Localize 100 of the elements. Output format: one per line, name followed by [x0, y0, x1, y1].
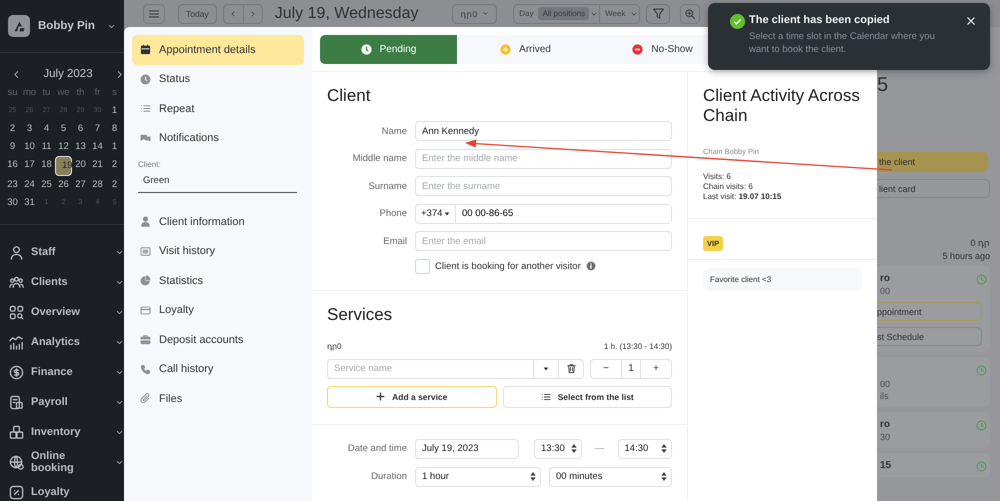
text-field[interactable]: Ann Kennedy [415, 121, 672, 141]
modal-nav-item[interactable]: Status [132, 64, 304, 94]
calendar-day[interactable]: 5 [55, 120, 72, 138]
increase-button[interactable]: + [641, 360, 671, 378]
date-field[interactable]: July 19, 2023 [415, 438, 519, 458]
appointment-card[interactable]: ro 30 [877, 412, 990, 448]
status-tab[interactable]: Arrived [457, 35, 594, 64]
field-label: Duration [370, 471, 407, 482]
client-note: Favorite client <3 [703, 268, 862, 291]
modal-nav-item[interactable]: Repeat [132, 94, 304, 124]
weekday-label: su [6, 86, 19, 100]
minutes-select[interactable]: 00 minutes [549, 466, 672, 486]
calendar-day[interactable]: 10 [21, 138, 38, 156]
visit-stat: Visits: 6 [703, 172, 732, 182]
nav-item[interactable]: Payroll [0, 387, 124, 417]
nav-item[interactable]: Finance [0, 357, 124, 387]
modal-nav-item[interactable]: Deposit accounts [132, 325, 304, 354]
modal-nav-item[interactable]: Call history [132, 354, 304, 384]
nav-item[interactable]: Staff [0, 237, 124, 267]
weekday-label: we [56, 86, 71, 100]
field-label: Name [380, 126, 407, 136]
calendar-day[interactable]: 31 [21, 194, 38, 212]
calendar-day[interactable]: 12 [55, 138, 72, 156]
calendar-day[interactable]: 27 [72, 176, 89, 194]
appointment-text: 15 [880, 460, 892, 471]
modal-nav-item[interactable]: Notifications [132, 124, 304, 153]
calendar-month: July 2023 [43, 68, 93, 80]
add-service-button[interactable]: Add a service [327, 386, 496, 408]
toast-message: Select a time slot in the Calendar where you want to book the client. [749, 30, 936, 56]
calendar-day[interactable]: 24 [21, 176, 38, 194]
nav-item[interactable]: Loyalty [0, 477, 124, 501]
section-title: Client Activity Across Chain [703, 86, 861, 127]
appointment-button[interactable]: ppointment [877, 302, 982, 321]
calendar-day[interactable]: 25 [38, 176, 55, 194]
calendar-day[interactable]: 6 [72, 120, 89, 138]
weekday-label: tu [42, 86, 52, 100]
text-field[interactable]: Enter the surname [415, 176, 672, 196]
calendar-day[interactable]: 11 [38, 138, 55, 156]
calendar-day[interactable]: 7 [89, 120, 106, 138]
calendar-day[interactable]: 21 [89, 156, 106, 174]
weekday-label: mo [22, 86, 38, 100]
appointment-card[interactable]: 15 [877, 453, 990, 477]
appointment-button[interactable]: st Schedule [877, 327, 982, 346]
balance-text: 0 դր [969, 238, 990, 248]
section-title: Services [327, 304, 394, 324]
calendar-day[interactable]: 4 [38, 120, 55, 138]
field-label: Date and time [346, 443, 407, 454]
modal-nav-item[interactable]: Client information [132, 207, 304, 236]
calendar-day[interactable]: 16 [4, 156, 21, 174]
client-card-button[interactable]: lient card [877, 179, 990, 198]
timing-text: 1 h. (13:30 - 14:30) [604, 342, 672, 350]
calendar-day[interactable]: 23 [4, 176, 21, 194]
start-time-field[interactable]: 13:30 [534, 438, 582, 458]
last-seen-text: 5 hours ago [941, 251, 990, 261]
service-field[interactable]: Service name [327, 358, 534, 378]
calendar-day[interactable]: 2 [106, 156, 123, 174]
nav-item[interactable]: Online booking [0, 447, 124, 477]
calendar-day[interactable]: 28 [89, 176, 106, 194]
appointment-card[interactable]: ro 00 ppointment st Schedule [877, 266, 990, 352]
visit-stat: Chain visits: 6 [703, 182, 754, 192]
select-list-button[interactable]: Select from the list [502, 386, 672, 408]
hours-select[interactable]: 1 hour [415, 466, 541, 486]
copy-client-button[interactable]: the client [877, 152, 988, 172]
appointment-text: ro [880, 273, 890, 284]
quantity-field[interactable]: 1 [621, 360, 641, 378]
calendar-day[interactable]: 3 [21, 120, 38, 138]
calendar-day[interactable]: 20 [72, 156, 89, 174]
field-label: Middle name [352, 153, 407, 164]
calendar-day[interactable]: 1 [106, 102, 123, 120]
client-selector[interactable]: Client: Green [138, 160, 297, 193]
modal-nav-item[interactable]: Files [132, 384, 304, 414]
status-tab[interactable]: Pending [320, 35, 457, 64]
nav-item[interactable]: Analytics [0, 327, 124, 357]
modal-nav-item[interactable]: Loyalty [132, 296, 304, 325]
calendar-day[interactable]: 9 [4, 138, 21, 156]
calendar-day[interactable]: 8 [106, 120, 123, 138]
text-field[interactable]: Enter the email [415, 231, 672, 251]
calendar-day[interactable]: 18 [38, 156, 55, 174]
range-dash: — [594, 443, 606, 454]
nav-item[interactable]: Overview [0, 297, 124, 327]
visit-stat: Last visit: 19.07 10:15 [703, 192, 782, 202]
nav-item[interactable]: Clients [0, 267, 124, 297]
appointment-text: 00 [880, 379, 890, 389]
calendar-day[interactable]: 30 [4, 194, 21, 212]
phone-field[interactable]: +374 00 00-86-65 [415, 204, 672, 224]
calendar-day[interactable]: 13 [72, 138, 89, 156]
calendar-day[interactable]: 1 [106, 138, 123, 156]
calendar-day[interactable]: 26 [55, 176, 72, 194]
text-field[interactable]: Enter the middle name [415, 148, 672, 168]
modal-nav-item[interactable]: Statistics [132, 266, 304, 296]
decrease-button[interactable]: − [591, 360, 621, 378]
calendar-day[interactable]: 14 [89, 138, 106, 156]
end-time-field[interactable]: 14:30 [618, 438, 672, 458]
calendar-day[interactable]: 17 [21, 156, 38, 174]
calendar-day[interactable]: 2 [106, 176, 123, 194]
nav-item[interactable]: Inventory [0, 417, 124, 447]
modal-nav-item[interactable]: Visit history [132, 236, 304, 266]
field-label: Email [382, 236, 407, 246]
calendar-day[interactable]: 2 [4, 120, 21, 138]
modal-nav-item[interactable]: Appointment details [132, 35, 304, 64]
